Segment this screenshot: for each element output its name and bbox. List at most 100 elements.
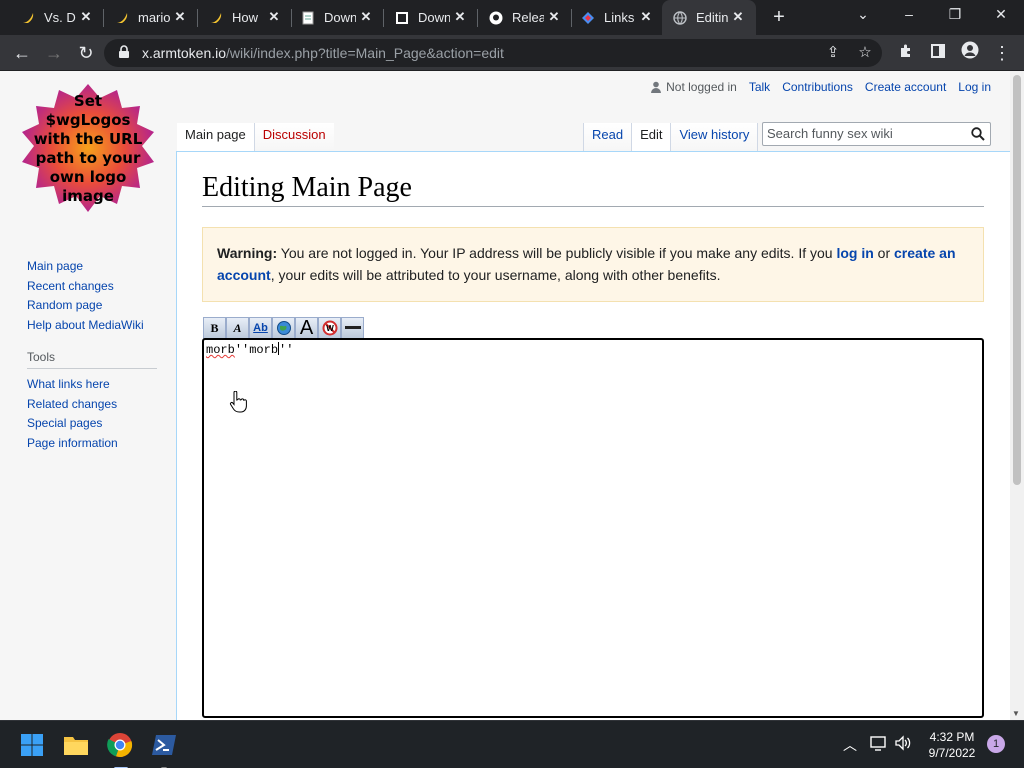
chevron-down-icon[interactable]: ⌄	[840, 0, 886, 30]
close-window-icon[interactable]: ✕	[978, 0, 1024, 30]
tab-strip: Vs. Da ✕ mario ✕ How ✕ Down ✕ Down ✕	[0, 0, 1024, 35]
search-icon[interactable]	[971, 127, 985, 141]
contributions-link[interactable]: Contributions	[782, 80, 853, 94]
minimize-icon[interactable]: –	[886, 0, 932, 30]
close-icon[interactable]: ✕	[266, 9, 282, 25]
forward-arrow-icon[interactable]: →	[40, 39, 68, 67]
taskbar: ︿ 4:32 PM 9/7/2022	[0, 720, 1024, 768]
globe-icon	[672, 10, 688, 26]
logo-line: image	[62, 187, 114, 205]
sidebar-item-help[interactable]: Help about MediaWiki	[27, 316, 157, 336]
site-logo[interactable]: Set $wgLogos with the URL path to your o…	[20, 84, 156, 218]
profile-avatar-icon[interactable]	[956, 39, 984, 67]
browser-tab[interactable]: Relea ✕	[478, 0, 572, 35]
file-explorer-icon[interactable]	[60, 729, 92, 761]
scroll-down-arrow-icon[interactable]: ▼	[1012, 709, 1020, 718]
browser-tab-active[interactable]: Editin ✕	[662, 0, 756, 35]
tab-title: Links	[604, 10, 635, 25]
close-icon[interactable]: ✕	[358, 9, 374, 25]
back-arrow-icon[interactable]: ←	[8, 39, 36, 67]
external-link-button[interactable]	[272, 317, 295, 339]
tab-discussion[interactable]: Discussion	[253, 123, 334, 151]
login-status: Not logged in	[650, 80, 737, 94]
url-path: /wiki/index.php?title=Main_Page&action=e…	[226, 45, 504, 61]
sidebar-item-special-pages[interactable]: Special pages	[27, 414, 157, 434]
close-icon[interactable]: ✕	[452, 9, 468, 25]
globe-link-icon	[276, 321, 291, 335]
browser-tab[interactable]: mario ✕	[104, 0, 198, 35]
warning-text: , your edits will be attributed to your …	[270, 267, 721, 283]
tab-title: Relea	[512, 10, 544, 25]
chevron-up-icon[interactable]: ︿	[843, 735, 857, 755]
close-icon[interactable]: ✕	[78, 9, 94, 25]
volume-icon[interactable]	[894, 735, 912, 754]
horizontal-rule-button[interactable]	[341, 317, 364, 339]
internal-link-button[interactable]: Ab	[249, 317, 272, 339]
edit-toolbar: B A Ab A W	[203, 317, 364, 339]
url-text[interactable]: x.armtoken.io/wiki/index.php?title=Main_…	[142, 45, 504, 61]
system-clock[interactable]: 4:32 PM 9/7/2022	[920, 729, 984, 761]
close-icon[interactable]: ✕	[546, 9, 562, 25]
italic-button[interactable]: A	[226, 317, 249, 339]
tab-title: Editin	[696, 10, 728, 25]
share-icon[interactable]: ⇪	[822, 43, 844, 63]
page-scrollbar[interactable]: ▼	[1010, 71, 1024, 720]
sidebar-item-page-information[interactable]: Page information	[27, 434, 157, 454]
banana-icon	[20, 10, 36, 26]
sidebar-tools-heading: Tools	[27, 350, 157, 369]
notepad-icon	[300, 10, 316, 26]
chrome-icon[interactable]	[104, 729, 136, 768]
restore-icon[interactable]: ❐	[932, 0, 978, 30]
log-in-link[interactable]: Log in	[958, 80, 991, 94]
warning-label: Warning:	[217, 245, 278, 261]
no-wiki-button[interactable]: W	[318, 317, 341, 339]
browser-tab[interactable]: Vs. Da ✕	[10, 0, 104, 35]
reload-icon[interactable]: ↻	[72, 39, 100, 67]
browser-tab[interactable]: Down ✕	[290, 0, 384, 35]
sidebar-item-random-page[interactable]: Random page	[27, 296, 157, 316]
namespace-tabs: Main page Discussion	[177, 123, 334, 151]
kebab-menu-icon[interactable]: ⋮	[988, 39, 1016, 67]
clock-time: 4:32 PM	[929, 730, 975, 744]
talk-link[interactable]: Talk	[749, 80, 770, 94]
wikitext-editor[interactable]: morb''morb''	[202, 338, 984, 718]
browser-tab[interactable]: Links ✕	[570, 0, 664, 35]
create-account-link[interactable]: Create account	[865, 80, 946, 94]
browser-tab[interactable]: Down ✕	[384, 0, 478, 35]
headline-button[interactable]: A	[295, 317, 318, 339]
editor-word: morb	[206, 343, 235, 357]
scrollbar-thumb[interactable]	[1013, 75, 1021, 485]
tab-main-page[interactable]: Main page	[177, 123, 254, 151]
close-icon[interactable]: ✕	[638, 9, 654, 25]
display-icon[interactable]	[870, 735, 888, 754]
search-placeholder: Search funny sex wiki	[767, 126, 893, 141]
close-icon[interactable]: ✕	[172, 9, 188, 25]
windows-start-icon[interactable]	[16, 729, 48, 761]
tab-view-history[interactable]: View history	[670, 123, 759, 151]
new-tab-plus-icon[interactable]: +	[766, 4, 792, 30]
sidebar-item-related-changes[interactable]: Related changes	[27, 395, 157, 415]
extensions-puzzle-icon[interactable]	[892, 39, 920, 67]
address-bar[interactable]: x.armtoken.io/wiki/index.php?title=Main_…	[104, 39, 882, 67]
diamond-icon	[580, 10, 596, 26]
banana-icon	[208, 10, 224, 26]
search-input[interactable]: Search funny sex wiki	[762, 122, 991, 146]
star-bookmark-icon[interactable]: ☆	[854, 43, 876, 63]
logo-line: Set	[74, 92, 102, 110]
notification-badge[interactable]: 1	[987, 735, 1005, 753]
tab-read[interactable]: Read	[583, 123, 632, 151]
tab-edit[interactable]: Edit	[631, 123, 671, 151]
log-in-warning-link[interactable]: log in	[836, 245, 873, 261]
logo-line: own logo	[50, 168, 127, 186]
sidebar-item-recent-changes[interactable]: Recent changes	[27, 277, 157, 297]
user-icon	[651, 81, 662, 93]
close-icon[interactable]: ✕	[730, 9, 746, 25]
powershell-icon[interactable]	[148, 729, 180, 768]
sidebar-item-main-page[interactable]: Main page	[27, 257, 157, 277]
lock-icon[interactable]	[118, 45, 130, 59]
logo-line: path to your	[36, 149, 141, 167]
bold-button[interactable]: B	[203, 317, 226, 339]
side-panel-icon[interactable]	[924, 39, 952, 67]
sidebar-item-what-links-here[interactable]: What links here	[27, 375, 157, 395]
browser-tab[interactable]: How ✕	[198, 0, 292, 35]
